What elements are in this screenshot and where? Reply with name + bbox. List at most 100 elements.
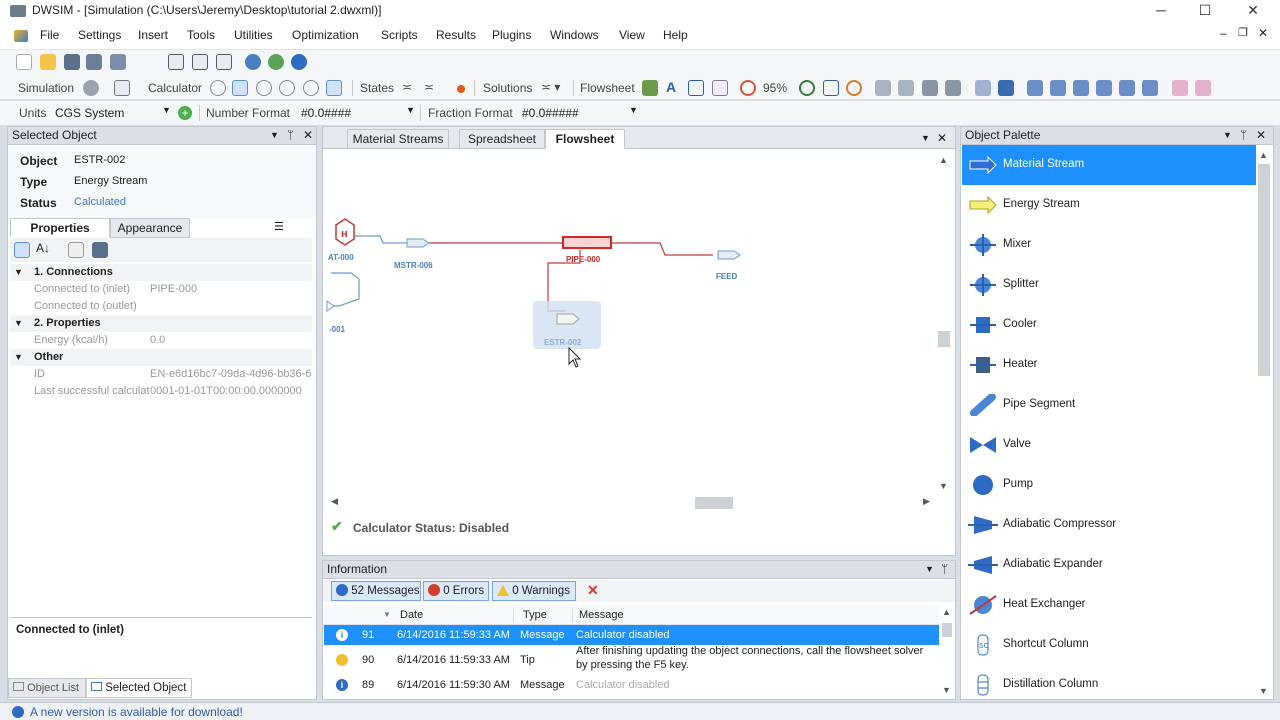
flowsheet-grid-icon[interactable] [642,80,658,96]
align-top-icon[interactable] [1096,80,1112,96]
clear-messages-icon[interactable]: ✕ [587,582,599,599]
id-value[interactable]: EN-e6d16bc7-09da-4d96-bb36-6 [150,366,312,383]
tab-menu-icon[interactable]: ☰ [274,220,284,233]
fraction-format-select[interactable]: #0.0##### ▼ [519,104,639,122]
panel-dropdown-icon[interactable]: ▼ [270,127,279,144]
export-icon[interactable] [898,80,914,96]
tab-selected-object[interactable]: Selected Object [86,678,192,698]
tab-material-streams[interactable]: Material Streams [347,129,449,149]
palette-pipe-segment[interactable]: Pipe Segment [962,385,1256,425]
label-001[interactable]: -001 [329,325,345,334]
cascade-icon[interactable] [168,54,184,70]
states-restore-icon[interactable]: ≍ [424,80,434,94]
pin-icon[interactable]: ᛘ [287,127,294,144]
vertical-scrollbar[interactable]: ▲ ▼ [935,151,953,493]
zoom-default-icon[interactable] [846,80,862,96]
message-scrollbar[interactable]: ▲ ▼ [939,605,955,699]
palette-material-stream[interactable]: Material Stream [962,145,1256,185]
tab-flowsheet[interactable]: Flowsheet [545,129,625,149]
column-message[interactable]: Message [579,605,624,625]
pen-icon[interactable] [998,80,1014,96]
table-row[interactable]: i 91 6/14/2016 11:59:33 AM Message Calcu… [324,625,939,645]
menu-utilities[interactable]: Utilities [234,28,273,42]
flowsheet-canvas[interactable]: H AT-000 MSTR-006 PIPE-000 FEED ESTR-002… [325,151,935,493]
open-icon[interactable] [40,54,56,70]
palette-adiabatic-compressor[interactable]: Adiabatic Compressor [962,505,1256,545]
new-icon[interactable] [16,54,32,70]
palette-pump[interactable]: Pump [962,465,1256,505]
mdi-minimize-icon[interactable]: ‒ [1220,26,1227,40]
maximize-icon[interactable]: ☐ [1182,0,1228,22]
palette-shortcut-column[interactable]: SC Shortcut Column [962,625,1256,665]
copy-image-icon[interactable] [875,80,891,96]
align-bottom-icon[interactable] [1142,80,1158,96]
label-at000[interactable]: AT-000 [328,253,354,262]
save-properties-icon[interactable] [92,242,108,258]
tab-appearance[interactable]: Appearance [110,218,190,238]
save-all-icon[interactable] [110,54,126,70]
label-feed[interactable]: FEED [716,272,737,281]
scroll-up-icon[interactable]: ▲ [939,155,948,165]
align-middle-icon[interactable] [1119,80,1135,96]
menu-help[interactable]: Help [663,28,688,42]
align-center-icon[interactable] [1050,80,1066,96]
states-delete-icon[interactable] [457,85,465,93]
tab-properties[interactable]: Properties [10,218,110,238]
last-calc-value[interactable]: 0001-01-01T00:00:00.0000000 [150,383,302,400]
scroll-up-icon[interactable]: ▲ [942,607,951,617]
pin-icon[interactable]: ᛘ [941,561,948,578]
scroll-left-icon[interactable]: ◀ [331,496,338,507]
menu-settings[interactable]: Settings [78,28,121,42]
sort-az-icon[interactable]: A↓ [36,241,50,255]
tab-spreadsheet[interactable]: Spreadsheet [459,129,545,149]
palette-adiabatic-expander[interactable]: Adiabatic Expander [962,545,1256,585]
menu-results[interactable]: Results [436,28,476,42]
minimize-icon[interactable]: ─ [1138,0,1184,22]
tab-list-icon[interactable]: ▼ [921,133,930,143]
palette-energy-stream[interactable]: Energy Stream [962,185,1256,225]
menu-plugins[interactable]: Plugins [492,28,531,42]
inlet-value[interactable]: PIPE-000 [150,281,197,298]
mdi-close-icon[interactable]: ✕ [1258,26,1268,40]
horizontal-scrollbar[interactable]: ◀ ▶ [325,493,935,511]
grid-snap-icon[interactable] [975,80,991,96]
scroll-down-icon[interactable]: ▼ [942,685,951,695]
label-pipe000[interactable]: PIPE-000 [566,255,600,264]
close-icon[interactable]: ✕ [1230,0,1276,22]
palette-splitter[interactable]: Splitter [962,265,1256,305]
print-preview-icon[interactable] [945,80,961,96]
save-as-icon[interactable] [86,54,102,70]
panel-dropdown-icon[interactable]: ▼ [1223,127,1232,144]
scroll-down-icon[interactable]: ▼ [1259,686,1268,696]
calc-stop-icon[interactable] [232,80,248,96]
warnings-filter-button[interactable]: 0 Warnings [492,581,576,601]
palette-cooler[interactable]: Cooler [962,305,1256,345]
mdi-restore-icon[interactable]: ❐ [1238,26,1248,39]
info-icon[interactable] [291,54,307,70]
tile-horizontal-icon[interactable] [216,54,232,70]
panel-close-icon[interactable]: ✕ [1256,127,1266,144]
palette-scrollbar[interactable]: ▲ ▼ [1255,146,1273,699]
table-tool-icon[interactable] [712,80,728,96]
errors-filter-button[interactable]: 0 Errors [423,581,489,601]
scroll-thumb[interactable] [938,331,950,347]
group-other[interactable]: ▼ Other [10,349,312,366]
scroll-thumb[interactable] [942,623,952,637]
categorized-icon[interactable] [14,242,30,258]
calc-play-icon[interactable] [210,80,226,96]
column-date[interactable]: Date [400,605,423,625]
tile-vertical-icon[interactable] [192,54,208,70]
document-close-icon[interactable]: ✕ [937,131,947,145]
pin-icon[interactable]: ᛘ [1240,127,1247,144]
menu-scripts[interactable]: Scripts [381,28,418,42]
zoom-icon[interactable] [740,80,756,96]
messages-filter-button[interactable]: 52 Messages [331,581,421,601]
palette-distillation-column[interactable]: Distillation Column [962,665,1256,699]
scroll-thumb[interactable] [695,497,733,509]
menu-file[interactable]: File [40,28,59,42]
chart-tool-icon[interactable] [688,80,704,96]
flowsheet-drawing[interactable]: H [325,151,935,493]
palette-heat-exchanger[interactable]: Heat Exchanger [962,585,1256,625]
align-right-icon[interactable] [1073,80,1089,96]
number-format-select[interactable]: #0.0#### ▼ [298,104,416,122]
